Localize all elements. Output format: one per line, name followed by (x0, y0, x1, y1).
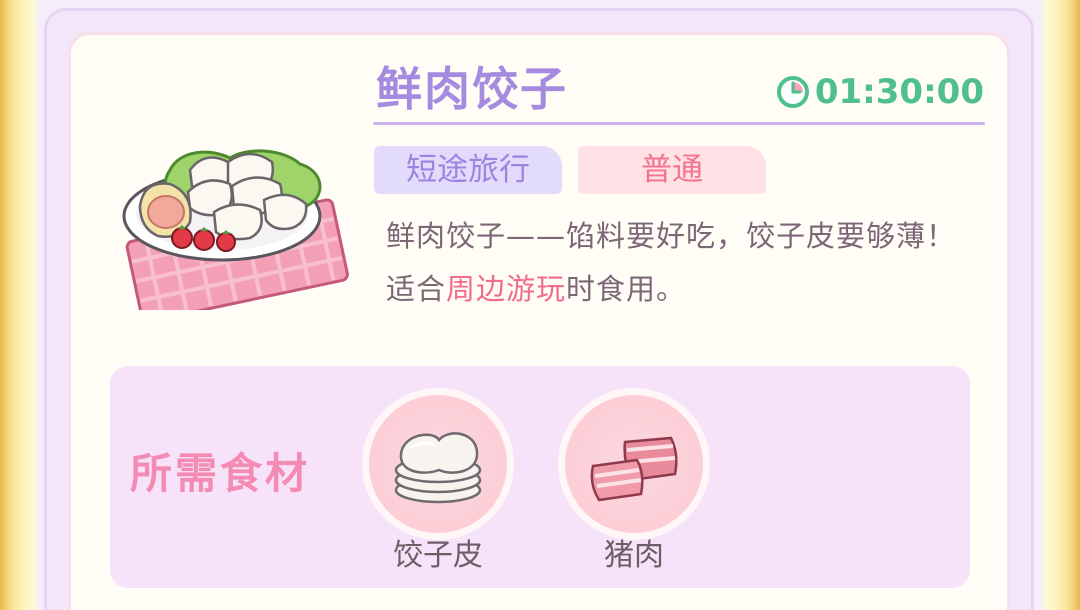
dumpling-wrapper-icon (394, 432, 482, 504)
ingredients-title: 所需食材 (130, 449, 311, 498)
description-highlight: 周边游玩 (446, 272, 567, 306)
ingredient-slot[interactable] (558, 388, 710, 540)
ingredient-item-pork[interactable]: 猪肉 (554, 386, 714, 586)
rarity-tag: 普通 (578, 146, 766, 194)
travel-type-tag: 短途旅行 (374, 146, 562, 194)
ingredient-item-wrapper[interactable]: 饺子皮 (358, 386, 518, 586)
ingredient-label: 猪肉 (604, 538, 664, 573)
title-divider (373, 122, 985, 125)
pork-icon (590, 436, 678, 502)
clock-icon (776, 76, 809, 108)
ingredient-label: 饺子皮 (393, 538, 483, 573)
cook-timer: 01:30:00 (775, 72, 984, 112)
description-text-end: 时食用。 (566, 272, 687, 306)
ingredient-slot[interactable] (362, 388, 514, 540)
dish-title: 鲜肉饺子 (376, 62, 568, 116)
dumpling-plate-icon (122, 149, 349, 310)
dish-description: 鲜肉饺子——馅料要好吃，饺子皮要够薄！适合周边游玩时食用。 (386, 210, 976, 316)
timer-text: 01:30:00 (814, 72, 984, 112)
